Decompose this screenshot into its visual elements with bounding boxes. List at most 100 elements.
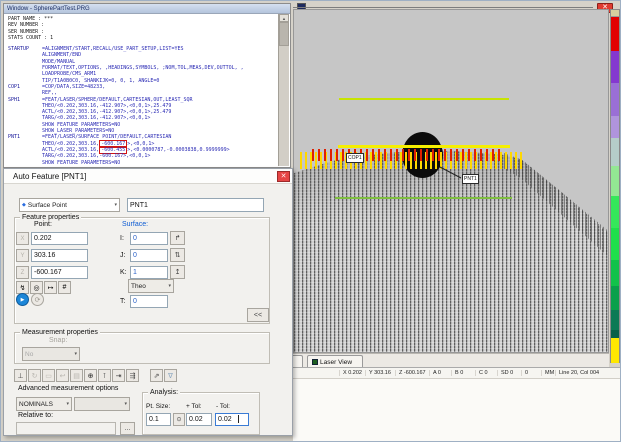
minus-tol-input[interactable] (215, 413, 249, 426)
measurement-toolbar-icon[interactable]: ⇶ (126, 369, 139, 382)
k-value-input[interactable] (130, 266, 168, 279)
measure-play-icon[interactable]: ▶ (16, 293, 29, 306)
measurement-properties-label: Measurement properties (20, 329, 100, 337)
y-value-input[interactable] (31, 249, 88, 262)
color-scale-segment (611, 228, 619, 260)
close-icon[interactable]: ✕ (277, 171, 290, 182)
y-axis-button[interactable]: Y (16, 249, 29, 262)
k-label: K: (120, 269, 127, 276)
point-label: Point: (34, 221, 52, 228)
nominals-mode-dropdown[interactable]: ▾ (74, 397, 130, 411)
laser-view-canvas[interactable]: COP1 PNT1 (293, 9, 609, 353)
color-scale-segment (611, 17, 619, 51)
feature-toggle-icon[interactable]: ↦ (44, 281, 57, 294)
chevron-down-icon: ▾ (114, 202, 117, 208)
feature-name-input[interactable] (127, 198, 264, 212)
cop1-label[interactable]: COP1 (346, 153, 364, 163)
browse-button[interactable]: ... (120, 422, 135, 435)
surface-point-icon: ◆ (22, 202, 26, 208)
color-scale-segment (611, 338, 619, 363)
app-window: Window - SpherePartTest.PRG PART NAME : … (0, 0, 621, 442)
status-field: Y 303.16 (365, 370, 395, 376)
measurement-toolbar-icon[interactable]: ⊺ (98, 369, 111, 382)
minus-tol-label: - Tol: (216, 403, 230, 410)
color-scale-segment (611, 83, 619, 116)
j-value-input[interactable] (130, 249, 168, 262)
relative-to-label: Relative to: (18, 412, 53, 419)
laser-view-icon (312, 359, 318, 365)
status-field: MM (541, 370, 555, 376)
t-label: T: (120, 298, 125, 305)
feature-type-dropdown[interactable]: ◆ Surface Point ▾ (19, 198, 120, 212)
surface-label: Surface: (122, 221, 148, 228)
color-scale-segment (611, 310, 619, 330)
pnt1-label[interactable]: PNT1 (462, 174, 479, 184)
dialog-title[interactable]: Auto Feature [PNT1] (4, 169, 292, 184)
annotation-leader-lines (294, 10, 609, 353)
measurement-toolbar-icon[interactable]: ▤ (70, 369, 83, 382)
snap-dropdown[interactable]: No ▾ (22, 347, 80, 361)
color-scale-header (611, 10, 619, 17)
nominals-dropdown[interactable]: NOMINALS ▾ (16, 397, 72, 411)
edit-window-titlebar[interactable]: Window - SpherePartTest.PRG (4, 4, 290, 14)
status-field: B 0 (451, 370, 475, 376)
chevron-down-icon: ▾ (74, 351, 77, 357)
feature-type-value: Surface Point (28, 202, 67, 209)
graphics-window-top-border (293, 7, 593, 8)
code-editor[interactable]: PART NAME : ***REV NUMBER :SER NUMBER :S… (5, 14, 278, 166)
code-line: SHOW FEATURE PARAMETERS=NO (8, 160, 278, 166)
measurement-toolbar-icon[interactable]: ⊕ (84, 369, 97, 382)
chevron-down-icon: ▾ (168, 283, 171, 289)
analysis-label: Analysis: (148, 389, 180, 397)
measurement-toolbar-icon[interactable]: ↩ (56, 369, 69, 382)
measurement-toolbar-icon[interactable]: ↻ (28, 369, 41, 382)
feature-toggle-icon[interactable]: # (58, 281, 71, 294)
measurement-toolbar-icon[interactable]: ▭ (42, 369, 55, 382)
k-vector-icon[interactable]: ↥ (170, 265, 185, 279)
i-value-input[interactable] (130, 232, 168, 245)
color-scale-segment (611, 286, 619, 310)
scan-toolbar-icon[interactable]: ⇗ (150, 369, 163, 382)
theo-value: Theo (131, 283, 146, 290)
theo-dropdown[interactable]: Theo ▾ (128, 279, 174, 293)
i-label: I: (120, 235, 124, 242)
plus-tol-label: + Tol: (186, 403, 202, 410)
status-field: X 0.202 (339, 370, 365, 376)
plus-tol-input[interactable] (186, 413, 212, 426)
x-value-input[interactable] (31, 232, 88, 245)
auto-feature-dialog: Auto Feature [PNT1] ✕ ◆ Surface Point ▾ … (3, 168, 293, 436)
measurement-toolbar-icon[interactable]: ⇥ (112, 369, 125, 382)
i-vector-icon[interactable]: ↱ (170, 231, 185, 245)
j-vector-icon[interactable]: ⇅ (170, 248, 185, 262)
color-scale-segment (611, 260, 619, 286)
scan-toolbar-icon[interactable]: ∇ (164, 369, 177, 382)
chevron-down-icon: ▾ (124, 401, 127, 407)
deviation-color-scale (610, 9, 620, 363)
scroll-up-icon[interactable]: ▲ (279, 14, 289, 22)
x-axis-button[interactable]: X (16, 232, 29, 245)
nominals-value: NOMINALS (19, 401, 53, 408)
status-field: 0 (521, 370, 541, 376)
pt-size-input[interactable] (146, 413, 171, 426)
pt-size-label: Pt. Size: (146, 403, 170, 410)
collapse-button[interactable]: << (247, 308, 269, 322)
z-axis-button[interactable]: Z (16, 266, 29, 279)
status-field: C 0 (475, 370, 497, 376)
text-caret (238, 415, 239, 423)
status-field: Z -600.167 (395, 370, 429, 376)
relative-to-input[interactable] (16, 422, 116, 435)
color-scale-segment (611, 116, 619, 138)
measurement-toolbar-icon[interactable]: ⊥ (14, 369, 27, 382)
snap-value: No (25, 351, 33, 358)
color-scale-segment (611, 51, 619, 83)
color-scale-segment (611, 138, 619, 166)
status-bar: X 0.202Y 303.16Z -600.167A 0B 0C 0SD 00M… (293, 367, 621, 378)
regenerate-icon[interactable]: ⟳ (31, 293, 44, 306)
pt-size-toggle-icon[interactable]: ⊙ (173, 413, 185, 426)
editor-scrollbar[interactable]: ▲ (278, 14, 289, 166)
color-scale-segment (611, 330, 619, 338)
t-value-input[interactable] (130, 295, 168, 308)
z-value-input[interactable] (31, 266, 88, 279)
scrollbar-thumb[interactable] (279, 22, 289, 46)
edit-window: Window - SpherePartTest.PRG PART NAME : … (3, 3, 291, 168)
